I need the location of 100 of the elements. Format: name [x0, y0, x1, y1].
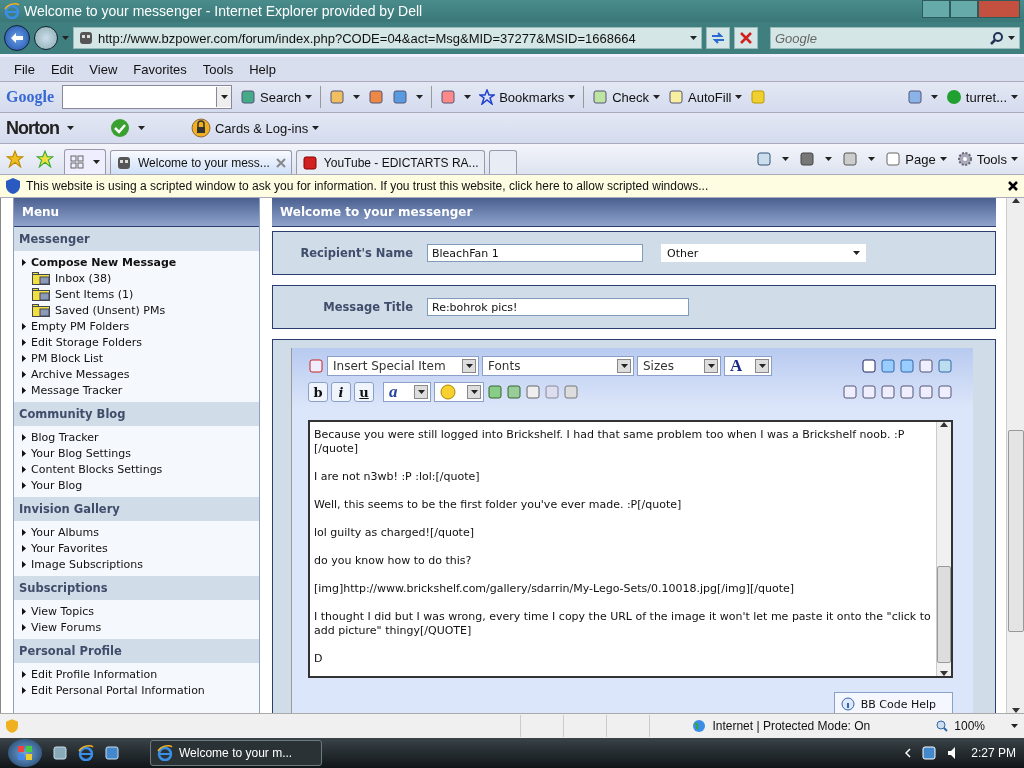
menu-link[interactable]: Your Favorites — [31, 541, 108, 555]
menu-item[interactable]: Edit — [42, 61, 82, 77]
editor-dropdown[interactable]: Sizes — [637, 356, 721, 376]
search-input[interactable]: Google — [775, 30, 986, 46]
caret-icon[interactable] — [758, 364, 766, 368]
checkmark-icon[interactable] — [110, 118, 130, 138]
recent-pages-caret-icon[interactable] — [62, 36, 69, 40]
caret-icon[interactable] — [690, 36, 697, 40]
caret-icon[interactable] — [939, 157, 947, 161]
caret-icon[interactable] — [416, 95, 424, 99]
message-textarea[interactable] — [308, 420, 953, 678]
caret-icon[interactable] — [312, 126, 320, 130]
refresh-button[interactable] — [706, 27, 730, 49]
caret-icon[interactable] — [620, 364, 628, 368]
menu-item[interactable]: Favorites — [125, 61, 195, 77]
minimize-button[interactable] — [922, 0, 950, 18]
stop-icon[interactable] — [740, 32, 752, 44]
browser-tab[interactable]: Welcome to your mess... — [110, 150, 292, 174]
caret-icon[interactable] — [1008, 36, 1015, 40]
info-icon[interactable] — [840, 697, 855, 711]
folder-link[interactable]: Sent Items (1) — [55, 287, 134, 301]
menu-link[interactable]: Blog Tracker — [31, 430, 99, 444]
title-field[interactable]: Re:bohrok pics! — [427, 298, 689, 316]
account-button[interactable]: turret... — [965, 89, 1007, 105]
menu-link[interactable]: Edit Profile Information — [31, 667, 158, 681]
menu-link[interactable]: PM Block List — [31, 351, 104, 365]
scroll-up-icon[interactable] — [940, 422, 948, 427]
zoom-level[interactable]: 100% — [954, 719, 985, 733]
menu-item[interactable]: Help — [241, 61, 284, 77]
menu-item[interactable]: Tools — [194, 61, 242, 77]
folder-link[interactable]: Inbox (38) — [55, 271, 112, 285]
font-color-dropdown[interactable]: A — [724, 356, 772, 376]
lock-icon[interactable] — [191, 118, 211, 138]
check-button[interactable]: Check — [612, 89, 650, 105]
menu-link[interactable]: View Forums — [31, 620, 102, 634]
scroll-down-icon[interactable] — [940, 671, 948, 676]
bb-code-help-button[interactable]: BB Code Help — [833, 692, 953, 713]
menu-link[interactable]: Edit Personal Portal Information — [31, 683, 205, 697]
page-menu-button[interactable]: Page — [905, 151, 936, 167]
smiley-icon[interactable] — [440, 384, 456, 400]
caret-icon[interactable] — [138, 126, 145, 130]
search-field[interactable]: Google — [770, 27, 1020, 49]
caret-icon[interactable] — [868, 157, 876, 161]
tools-menu-button[interactable]: Tools — [976, 151, 1007, 167]
caret-icon[interactable] — [464, 95, 472, 99]
caret-icon[interactable] — [305, 95, 313, 99]
folder-link[interactable]: Saved (Unsent) PMs — [55, 303, 166, 317]
menu-link[interactable]: Compose New Message — [31, 255, 177, 269]
back-button[interactable] — [4, 25, 30, 51]
caret-icon[interactable] — [653, 95, 661, 99]
font-style-dropdown[interactable]: a — [383, 382, 431, 402]
menu-link[interactable]: Content Blocks Settings — [31, 462, 163, 476]
add-favorite-icon[interactable] — [36, 150, 54, 168]
caret-icon[interactable] — [707, 364, 715, 368]
stop-button[interactable] — [734, 27, 758, 49]
menu-link[interactable]: Image Subscriptions — [31, 557, 144, 571]
caret-icon[interactable] — [1011, 724, 1018, 728]
clock[interactable]: 2:27 PM — [971, 746, 1016, 760]
caret-icon[interactable] — [470, 390, 478, 394]
start-button[interactable] — [8, 739, 42, 767]
caret-icon[interactable] — [353, 95, 361, 99]
format-button[interactable]: b — [308, 382, 328, 402]
ie-icon[interactable] — [157, 745, 173, 761]
caret-icon[interactable] — [220, 95, 228, 99]
caret-icon[interactable] — [1011, 95, 1018, 99]
caret-icon[interactable] — [67, 126, 74, 130]
close-icon[interactable] — [1008, 181, 1018, 191]
caret-icon[interactable] — [568, 95, 576, 99]
chevron-icon[interactable] — [905, 748, 912, 758]
editor-dropdown[interactable]: Fonts — [482, 356, 634, 376]
menu-link[interactable]: Edit Storage Folders — [31, 335, 143, 349]
back-arrow-icon[interactable] — [11, 33, 23, 43]
bookmarks-button[interactable]: Bookmarks — [499, 89, 565, 105]
caret-icon[interactable] — [853, 251, 860, 255]
page-scrollbar-thumb[interactable] — [1007, 429, 1024, 632]
star-icon[interactable] — [479, 89, 496, 105]
zoom-icon[interactable] — [936, 720, 949, 732]
grid-icon[interactable] — [69, 155, 84, 169]
format-button[interactable]: u — [354, 382, 374, 402]
menu-item[interactable]: File — [6, 61, 43, 77]
format-button[interactable]: i — [331, 382, 351, 402]
favorites-star-icon[interactable] — [6, 150, 24, 168]
caret-icon[interactable] — [465, 364, 473, 368]
caret-icon[interactable] — [782, 157, 790, 161]
search-button[interactable]: Search — [260, 89, 302, 105]
menu-link[interactable]: Your Blog — [31, 478, 83, 492]
close-tab-icon[interactable] — [275, 157, 286, 168]
address-field[interactable]: http://www.bzpower.com/forum/index.php?CODE=04&act=Msg&MID=37277&MSID=1668664 — [73, 27, 702, 49]
forward-button[interactable] — [34, 26, 58, 50]
contact-dropdown[interactable]: Other — [661, 244, 866, 262]
caret-icon[interactable] — [735, 95, 743, 99]
ie-quick-launch-icon[interactable] — [78, 745, 94, 761]
caret-icon[interactable] — [930, 95, 938, 99]
autofill-button[interactable]: AutoFill — [688, 89, 732, 105]
menu-link[interactable]: View Topics — [31, 604, 94, 618]
scrollbar-thumb[interactable] — [937, 566, 951, 663]
taskbar-window-button[interactable]: Welcome to your m... — [150, 740, 322, 766]
menu-link[interactable]: Archive Messages — [31, 367, 130, 381]
caret-icon[interactable] — [93, 160, 101, 164]
menu-item[interactable]: View — [81, 61, 126, 77]
